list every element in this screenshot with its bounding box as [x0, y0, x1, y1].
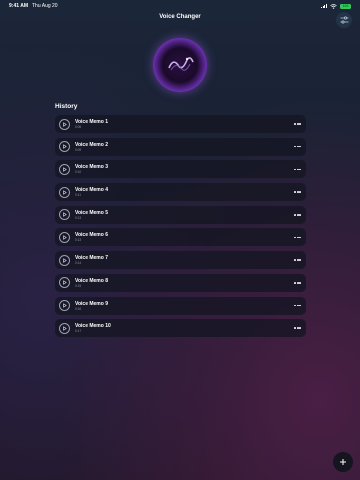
- list-item[interactable]: Voice Memo 1 0:06: [55, 115, 306, 133]
- battery-level: 100: [342, 4, 349, 8]
- play-button[interactable]: [59, 277, 70, 289]
- history-heading: History: [55, 103, 78, 110]
- play-button[interactable]: [59, 322, 70, 334]
- play-icon: [63, 326, 67, 331]
- plus-icon: [340, 459, 346, 465]
- status-date: Thu Aug 20: [32, 3, 58, 9]
- play-button[interactable]: [59, 186, 70, 198]
- status-bar: 9:41 AM Thu Aug 20 100: [0, 0, 360, 12]
- voice-orb-logo[interactable]: [153, 38, 207, 92]
- play-button[interactable]: [59, 209, 70, 221]
- more-options-icon[interactable]: [294, 282, 301, 284]
- settings-button[interactable]: [336, 12, 352, 28]
- more-options-icon[interactable]: [294, 123, 301, 125]
- memo-duration: 0:11: [75, 193, 81, 198]
- status-indicators: 100: [321, 3, 351, 9]
- more-options-icon[interactable]: [294, 213, 301, 216]
- page-title: Voice Changer: [159, 14, 201, 20]
- memo-info: Voice Memo 5 0:13: [75, 210, 108, 220]
- list-item[interactable]: Voice Memo 7 0:14: [55, 251, 306, 270]
- play-button[interactable]: [59, 118, 70, 130]
- more-options-icon[interactable]: [294, 145, 301, 148]
- battery-indicator: 100: [340, 3, 351, 9]
- play-button[interactable]: [59, 300, 70, 311]
- play-button[interactable]: [59, 163, 70, 175]
- list-item[interactable]: Voice Memo 4 0:11: [55, 183, 306, 202]
- list-item[interactable]: Voice Memo 6 0:13: [55, 228, 306, 247]
- wifi-icon: [330, 3, 337, 9]
- memo-duration: 0:09: [75, 147, 82, 152]
- voice-wave-icon: [168, 57, 194, 71]
- sliders-icon: [340, 16, 348, 24]
- play-icon: [63, 121, 67, 127]
- list-item[interactable]: Voice Memo 10 0:17: [55, 319, 306, 338]
- status-time: 9:41 AM: [9, 3, 28, 9]
- play-icon: [63, 303, 67, 308]
- cellular-signal-icon: [321, 4, 327, 8]
- memo-info: Voice Memo 9 0:16: [75, 301, 108, 311]
- play-icon: [63, 212, 67, 217]
- memo-info: Voice Memo 2 0:09: [75, 142, 108, 152]
- memo-info: Voice Memo 10 0:17: [75, 323, 111, 333]
- memo-duration: 0:06: [75, 125, 82, 129]
- play-button[interactable]: [59, 254, 70, 266]
- history-list: Voice Memo 1 0:06 Voice Memo 2 0:09 Voice Me…: [55, 115, 306, 342]
- more-options-icon[interactable]: [294, 259, 301, 261]
- more-options-icon[interactable]: [294, 304, 301, 307]
- more-options-icon[interactable]: [294, 168, 301, 171]
- memo-duration: 0:13: [75, 238, 82, 243]
- memo-duration: 0:13: [75, 215, 82, 220]
- play-icon: [63, 144, 67, 149]
- memo-info: Voice Memo 1 0:06: [75, 119, 108, 129]
- memo-duration: 0:10: [75, 170, 82, 175]
- memo-duration: 0:15: [75, 283, 82, 288]
- list-item[interactable]: Voice Memo 8 0:15: [55, 273, 306, 292]
- play-icon: [63, 190, 67, 195]
- list-item[interactable]: Voice Memo 2 0:09: [55, 137, 306, 156]
- more-options-icon[interactable]: [294, 236, 301, 239]
- list-item[interactable]: Voice Memo 3 0:10: [55, 160, 306, 179]
- play-button[interactable]: [59, 231, 70, 243]
- memo-info: Voice Memo 6 0:13: [75, 232, 108, 242]
- play-icon: [63, 258, 67, 263]
- play-icon: [63, 235, 67, 240]
- memo-duration: 0:16: [75, 306, 82, 311]
- more-options-icon[interactable]: [294, 191, 301, 193]
- play-icon: [63, 167, 67, 172]
- memo-duration: 0:17: [75, 329, 82, 334]
- memo-duration: 0:14: [75, 261, 82, 266]
- more-options-icon[interactable]: [294, 327, 301, 329]
- list-item[interactable]: Voice Memo 5 0:13: [55, 205, 306, 224]
- memo-info: Voice Memo 7 0:14: [75, 255, 108, 265]
- list-item[interactable]: Voice Memo 9 0:16: [55, 296, 306, 315]
- memo-info: Voice Memo 8 0:15: [75, 278, 108, 288]
- add-recording-button[interactable]: [333, 452, 353, 472]
- memo-info: Voice Memo 3 0:10: [75, 164, 108, 174]
- memo-info: Voice Memo 4 0:11: [75, 187, 108, 197]
- play-button[interactable]: [59, 141, 70, 153]
- play-icon: [63, 280, 67, 285]
